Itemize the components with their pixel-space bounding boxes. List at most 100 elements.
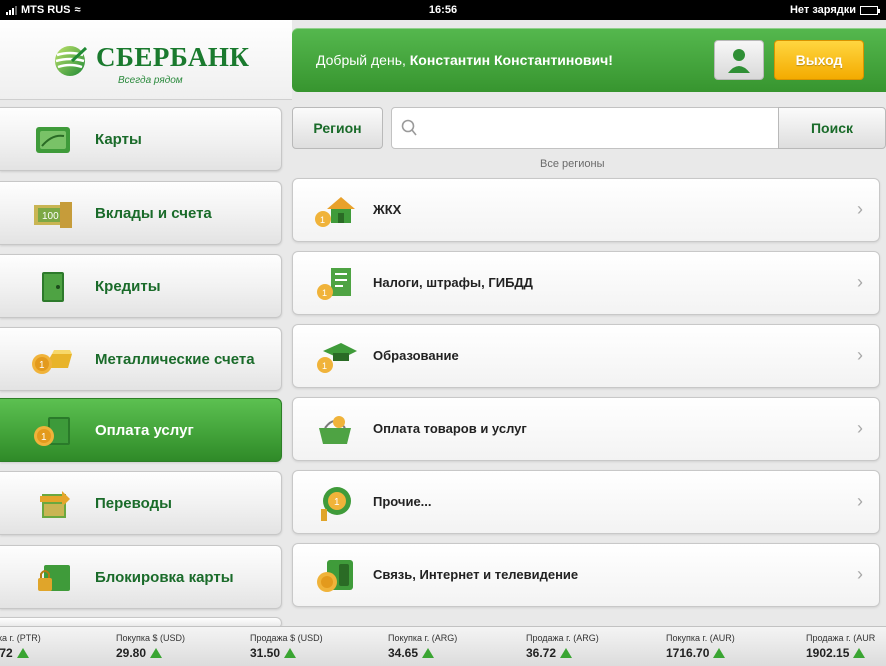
sidebar-item-label: Блокировка карты	[95, 569, 234, 586]
category-label: Налоги, штрафы, ГИБДД	[373, 275, 533, 290]
svg-text:1: 1	[41, 432, 47, 443]
deposits-icon: 100	[34, 202, 72, 228]
battery-label: Нет зарядки	[789, 4, 856, 16]
category-label: Прочие...	[373, 494, 432, 509]
sidebar-item-label: Карты	[95, 131, 142, 148]
card-lock-icon	[38, 565, 70, 591]
category-label: Связь, Интернет и телевидение	[373, 567, 579, 582]
arrow-up-icon	[713, 648, 726, 658]
ticker-label: Продажа г. (AUR	[806, 633, 876, 643]
category-item-education[interactable]: 1 Образование ›	[292, 324, 880, 388]
phone-icon	[317, 560, 353, 592]
sidebar-item-card-lock[interactable]: Блокировка карты	[0, 545, 282, 609]
ticker-value-row: 31.50	[250, 646, 390, 660]
chevron-right-icon: ›	[857, 491, 863, 511]
greeting-text: Добрый день,	[316, 52, 406, 68]
sidebar-item-label: Вклады и счета	[95, 205, 212, 222]
chevron-right-icon: ›	[857, 272, 863, 292]
user-name: Константин Константинович!	[409, 52, 613, 68]
sberbank-logo-icon	[55, 46, 88, 76]
ticker-item: Покупка г. (ARG) 34.65	[388, 633, 528, 660]
sidebar-item-label: Металлические счета	[95, 351, 255, 368]
status-right: Нет зарядки	[789, 4, 880, 16]
ticker-label: Покупка г. (ARG)	[388, 633, 458, 643]
header-bar: Добрый день, Константин Константинович! …	[292, 28, 886, 92]
sidebar-item-payment[interactable]: 1 Оплата услуг	[0, 398, 282, 462]
chevron-right-icon: ›	[857, 564, 863, 584]
svg-text:1: 1	[322, 288, 327, 298]
ticker-value: 1716.70	[666, 646, 710, 660]
ticker-value: .72	[0, 646, 13, 660]
svg-text:1: 1	[39, 360, 45, 371]
sidebar-item-cards[interactable]: Карты	[0, 107, 282, 171]
brand-name: СБЕРБАНК	[96, 42, 250, 72]
svg-text:1: 1	[320, 215, 325, 225]
arrow-up-icon	[16, 648, 29, 658]
exchange-rate-ticker: жа г. (PTR) .72 Покупка $ (USD) 29.80 Пр…	[0, 626, 886, 666]
search-icon	[401, 119, 417, 136]
svg-text:1: 1	[334, 497, 340, 508]
ticker-value-row: 1716.70	[666, 646, 806, 660]
exit-button[interactable]: Выход	[774, 40, 864, 80]
ticker-item: Покупка $ (USD) 29.80	[116, 633, 256, 660]
sidebar-item-deposits[interactable]: 100 Вклады и счета	[0, 181, 282, 245]
ticker-value: 1902.15	[806, 646, 850, 660]
status-bar: MTS RUS ≈ 16:56 Нет зарядки	[0, 0, 886, 20]
ticker-value-row: 36.72	[526, 646, 666, 660]
arrow-up-icon	[284, 648, 297, 658]
sidebar-item-metal-accounts[interactable]: 1 Металлические счета	[0, 327, 282, 391]
svg-text:1: 1	[322, 361, 327, 371]
ticker-value-row: 34.65	[388, 646, 528, 660]
ticker-item: Покупка г. (AUR) 1716.70	[666, 633, 806, 660]
ticker-value: 29.80	[116, 646, 147, 660]
ticker-item: Продажа г. (ARG) 36.72	[526, 633, 666, 660]
credits-icon	[42, 272, 64, 302]
chevron-right-icon: ›	[857, 418, 863, 438]
search-input[interactable]	[424, 116, 764, 140]
battery-icon	[860, 5, 880, 15]
brand-tagline: Всегда рядом	[118, 75, 183, 86]
sidebar-item-label: Кредиты	[95, 278, 161, 295]
category-label: Образование	[373, 348, 459, 363]
profile-button[interactable]	[714, 40, 764, 80]
arrow-up-icon	[422, 648, 435, 658]
region-button[interactable]: Регион	[292, 107, 383, 149]
category-item-housing[interactable]: 1 ЖКХ ›	[292, 178, 880, 242]
category-item-goods[interactable]: Оплата товаров и услуг ›	[292, 397, 880, 461]
taxes-icon: 1	[317, 268, 351, 300]
cards-icon	[36, 127, 70, 153]
arrow-up-icon	[150, 648, 163, 658]
ticker-item: Продажа г. (AUR 1902.15	[806, 633, 886, 660]
payment-icon: 1	[34, 417, 70, 446]
chevron-right-icon: ›	[857, 199, 863, 219]
category-item-telecom[interactable]: Связь, Интернет и телевидение ›	[292, 543, 880, 607]
category-label: Оплата товаров и услуг	[373, 421, 527, 436]
search-button[interactable]: Поиск	[778, 107, 886, 149]
sidebar-item-label: Оплата услуг	[95, 422, 194, 439]
ticker-value: 34.65	[388, 646, 419, 660]
shopping-basket-icon	[319, 416, 351, 444]
sidebar-item-transfers[interactable]: Переводы	[0, 471, 282, 535]
category-item-other[interactable]: 1 Прочие... ›	[292, 470, 880, 534]
ticker-value: 36.72	[526, 646, 557, 660]
ticker-label: Продажа $ (USD)	[250, 633, 323, 643]
clock: 16:56	[428, 4, 458, 16]
arrow-up-icon	[560, 648, 573, 658]
category-item-taxes[interactable]: 1 Налоги, штрафы, ГИБДД ›	[292, 251, 880, 315]
greeting: Добрый день, Константин Константинович!	[316, 52, 613, 68]
transfers-icon	[40, 491, 70, 518]
sidebar-item-credits[interactable]: Кредиты	[0, 254, 282, 318]
logo-area: СБЕРБАНК Всегда рядом	[0, 20, 292, 100]
user-icon	[728, 49, 750, 73]
metal-accounts-icon: 1	[32, 350, 72, 374]
region-note: Все регионы	[540, 158, 605, 170]
category-label: ЖКХ	[373, 202, 402, 217]
ticker-label: Продажа г. (ARG)	[526, 633, 599, 643]
ticker-value-row: 29.80	[116, 646, 256, 660]
ticker-value-row: 1902.15	[806, 646, 886, 660]
other-icon: 1	[321, 487, 351, 521]
ticker-value: 31.50	[250, 646, 281, 660]
chevron-right-icon: ›	[857, 345, 863, 365]
svg-text:100: 100	[42, 211, 59, 222]
search-field[interactable]	[391, 107, 779, 149]
